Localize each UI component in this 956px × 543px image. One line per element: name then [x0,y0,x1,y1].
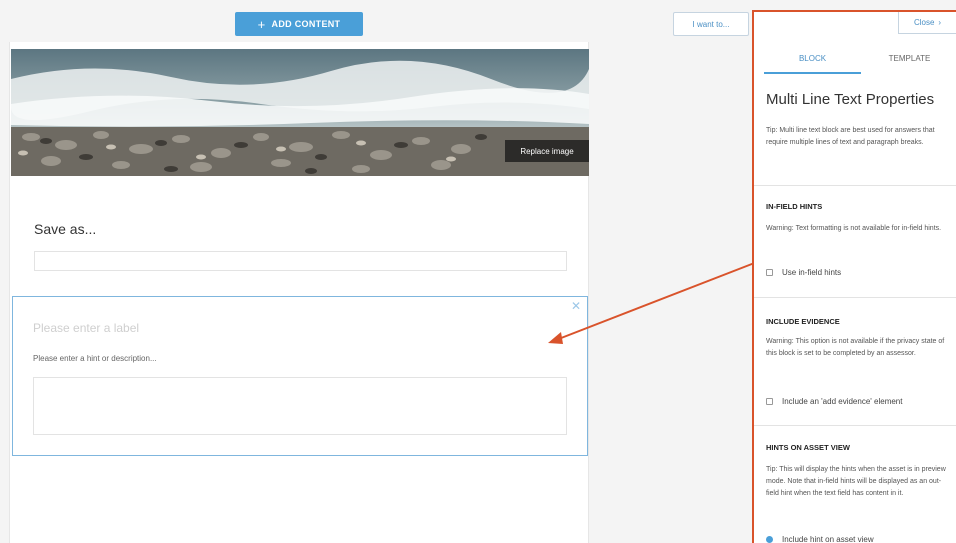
include-evidence-label: Include an 'add evidence' element [782,397,903,406]
page-canvas: Replace image Save as... ✕ Please enter … [9,42,589,543]
panel-title: Multi Line Text Properties [766,91,935,108]
chevron-right-icon: › [938,18,942,27]
add-content-label: ADD CONTENT [271,19,341,29]
divider [754,297,956,298]
checkbox-checked-icon[interactable] [766,536,773,543]
hints-on-asset-view-text: Tip: This will display the hints when th… [766,466,946,497]
close-button[interactable]: Close › [898,12,956,34]
close-label: Close [913,18,935,27]
in-field-hints-text: Warning: Text formatting is not availabl… [766,225,942,232]
save-as-input[interactable] [34,251,567,271]
block-label-input[interactable]: Please enter a label [33,321,139,335]
panel-tip: Tip: Multi line text block are best used… [766,127,935,146]
panel-tabs: BLOCK TEMPLATE [764,48,956,74]
include-evidence-heading: INCLUDE EVIDENCE [766,317,840,326]
app-root: + ADD CONTENT I want to... Replace image… [0,0,956,543]
checkbox-icon[interactable] [766,398,773,405]
include-evidence-checkbox[interactable]: Include an 'add evidence' element [766,397,902,406]
tab-block[interactable]: BLOCK [764,48,861,74]
properties-panel: Close › BLOCK TEMPLATE Multi Line Text P… [752,10,956,543]
block-hint-input[interactable]: Please enter a hint or description... [33,354,157,363]
close-icon[interactable]: ✕ [571,299,581,313]
i-want-to-button[interactable]: I want to... [673,12,749,36]
hint-on-asset-view-checkbox[interactable]: Include hint on asset view [766,535,874,543]
include-evidence-text: Warning: This option is not available if… [766,338,945,357]
save-as-heading: Save as... [34,221,97,237]
divider [754,185,956,186]
plus-icon: + [257,16,266,32]
add-content-button[interactable]: + ADD CONTENT [235,12,363,36]
in-field-hints-label: Use in-field hints [782,268,842,277]
tab-template[interactable]: TEMPLATE [861,48,956,74]
multi-line-text-block[interactable]: ✕ Please enter a label Please enter a hi… [12,296,588,456]
header-image: Replace image [11,49,589,176]
checkbox-icon[interactable] [766,269,773,276]
in-field-hints-checkbox[interactable]: Use in-field hints [766,268,841,277]
hints-on-asset-view-heading: HINTS ON ASSET VIEW [766,443,850,452]
block-textarea[interactable] [33,377,567,435]
replace-image-button[interactable]: Replace image [505,140,589,162]
hint-on-asset-view-label: Include hint on asset view [782,535,874,543]
divider [754,425,956,426]
in-field-hints-heading: IN-FIELD HINTS [766,202,823,211]
